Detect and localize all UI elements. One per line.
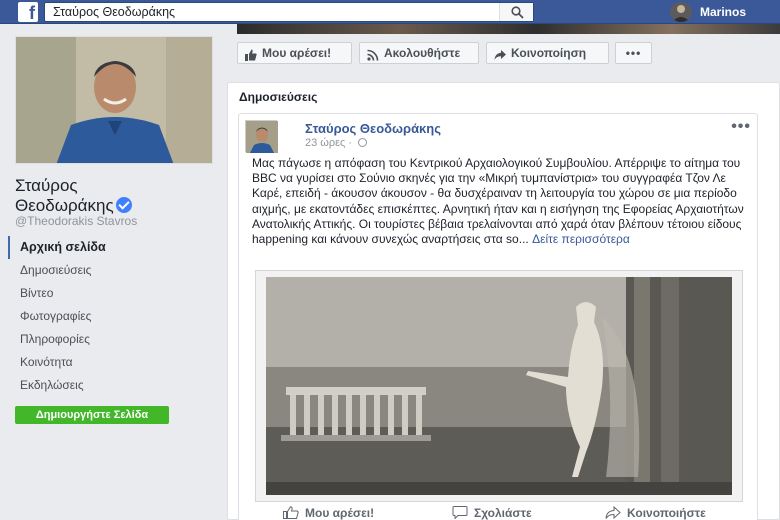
- page-handle[interactable]: @Theodorakis Stavros: [15, 214, 137, 228]
- page-sidebar-nav: Αρχική σελίδα Δημοσιεύσεις Βίντεο Φωτογρ…: [8, 236, 218, 397]
- share-page-button[interactable]: Κοινοποίηση: [486, 42, 609, 64]
- share-arrow-icon: [605, 505, 621, 520]
- sidebar-item-photos[interactable]: Φωτογραφίες: [8, 305, 218, 328]
- create-page-button[interactable]: Δημιουργήστε Σελίδα: [15, 406, 169, 424]
- share-post-label: Κοινοποιήστε: [627, 506, 706, 520]
- post-time-text: 23 ώρες ·: [305, 137, 356, 149]
- post-body-content: Μας πάγωσε η απόφαση του Κεντρικού Αρχαι…: [252, 156, 744, 247]
- more-options-button[interactable]: •••: [615, 42, 652, 64]
- cover-photo[interactable]: [237, 24, 780, 34]
- page-title-line1: Σταύρος: [15, 176, 78, 195]
- user-name-link[interactable]: Marinos: [700, 5, 746, 19]
- follow-label: Ακολουθήστε: [384, 46, 461, 60]
- profile-picture[interactable]: [15, 36, 213, 164]
- like-page-button[interactable]: Μου αρέσει!: [237, 42, 352, 64]
- post-reaction-bar: Μου αρέσει! Σχολιάστε Κοινοποιήστε: [237, 505, 780, 520]
- post-photo[interactable]: [255, 270, 743, 502]
- post-photo-image: [266, 277, 732, 495]
- thumbs-up-icon: [283, 506, 299, 520]
- post-options-icon[interactable]: •••: [731, 118, 751, 136]
- page-title-line2: Θεοδωράκης: [15, 196, 114, 215]
- follow-button[interactable]: Ακολουθήστε: [359, 42, 479, 64]
- see-more-link[interactable]: Δείτε περισσότερα: [532, 232, 630, 246]
- posts-section: Δημοσιεύσεις Σταύρος Θεοδωράκης 23 ώρες …: [227, 82, 780, 520]
- comment-bubble-icon: [452, 506, 468, 520]
- thumbs-up-icon: [245, 47, 257, 61]
- post-body-text: Μας πάγωσε η απόφαση του Κεντρικού Αρχαι…: [252, 156, 752, 247]
- verified-badge-icon: [115, 197, 132, 213]
- sidebar-item-posts[interactable]: Δημοσιεύσεις: [8, 259, 218, 282]
- sidebar-item-videos[interactable]: Βίντεο: [8, 282, 218, 305]
- post-author-avatar[interactable]: [245, 120, 278, 153]
- page-title[interactable]: Σταύρος Θεοδωράκης: [15, 176, 132, 216]
- like-post-label: Μου αρέσει!: [305, 506, 375, 520]
- top-navigation-bar: f Σταύρος Θεοδωράκης Marinos: [0, 0, 780, 24]
- user-avatar[interactable]: [670, 2, 692, 22]
- post-author-name[interactable]: Σταύρος Θεοδωράκης: [305, 121, 441, 136]
- like-page-label: Μου αρέσει!: [262, 46, 332, 60]
- search-icon[interactable]: [499, 3, 533, 21]
- sidebar-item-home[interactable]: Αρχική σελίδα: [8, 236, 218, 259]
- comment-label: Σχολιάστε: [474, 506, 532, 520]
- posts-section-title: Δημοσιεύσεις: [239, 90, 318, 104]
- search-input[interactable]: Σταύρος Θεοδωράκης: [44, 2, 534, 22]
- post-card: Σταύρος Θεοδωράκης 23 ώρες · ••• Μας πάγ…: [238, 113, 758, 520]
- post-timestamp[interactable]: 23 ώρες ·: [305, 137, 368, 149]
- share-post-button[interactable]: Κοινοποιήστε: [603, 505, 706, 520]
- facebook-logo-icon[interactable]: f: [18, 2, 38, 22]
- share-page-label: Κοινοποίηση: [511, 46, 587, 60]
- sidebar-item-community[interactable]: Κοινότητα: [8, 351, 218, 374]
- share-arrow-icon: [494, 47, 506, 60]
- globe-icon: [358, 138, 368, 147]
- like-post-button[interactable]: Μου αρέσει!: [281, 506, 374, 520]
- comment-button[interactable]: Σχολιάστε: [450, 506, 532, 520]
- rss-follow-icon: [367, 47, 379, 61]
- search-input-value: Σταύρος Θεοδωράκης: [53, 5, 176, 19]
- sidebar-item-about[interactable]: Πληροφορίες: [8, 328, 218, 351]
- sidebar-item-events[interactable]: Εκδηλώσεις: [8, 374, 218, 397]
